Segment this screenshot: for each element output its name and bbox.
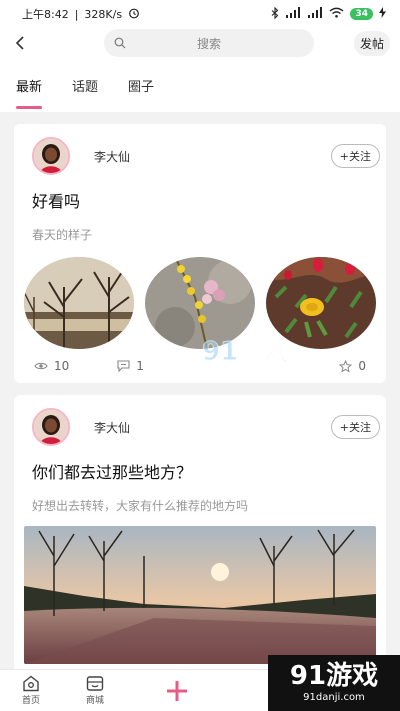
create-post-button[interactable] <box>162 676 192 706</box>
post-author-row: 李大仙 +关注 <box>14 137 386 175</box>
alarm-icon <box>128 7 140 22</box>
nav-shop-label: 商城 <box>86 696 105 706</box>
nav-home-label: 首页 <box>22 696 41 706</box>
comments-count: 1 <box>136 359 144 373</box>
post-author-row: 李大仙 +关注 <box>14 408 386 446</box>
eye-icon <box>34 362 48 370</box>
shop-icon <box>86 676 104 691</box>
comment-icon <box>117 360 130 372</box>
bluetooth-icon <box>271 6 279 22</box>
post-feed: 李大仙 +关注 好看吗 春天的样子 10 1 0 李大仙 +关注 你们都去过那些… <box>0 112 400 698</box>
network-speed: 328K/s <box>84 7 123 21</box>
post-title: 好看吗 <box>32 192 81 211</box>
avatar[interactable] <box>32 408 70 446</box>
watermark-corner: 91游戏 91danji.com <box>268 655 400 711</box>
search-placeholder: 搜索 <box>196 36 221 51</box>
wifi-icon <box>329 7 344 21</box>
views-count: 10 <box>54 359 70 373</box>
status-bar: 上午8:42 | 328K/s 34 <box>0 0 400 28</box>
top-header: 搜索 发帖 <box>0 28 400 58</box>
post-description: 春天的样子 <box>32 228 93 242</box>
battery-icon: 34 <box>350 8 373 20</box>
post-card[interactable]: 李大仙 +关注 你们都去过那些地方？ 好想出去转转，大家有什么推荐的地方吗 <box>14 395 386 698</box>
nav-home[interactable]: 首页 <box>22 675 40 706</box>
likes-count: 0 <box>358 359 366 373</box>
watermark-logo: 91游戏 <box>200 330 310 374</box>
tab-bar: 最新 话题 圈子 <box>0 58 400 112</box>
home-icon <box>23 675 39 692</box>
plus-icon <box>167 680 188 701</box>
follow-button[interactable]: +关注 <box>330 415 380 439</box>
username[interactable]: 李大仙 <box>94 419 331 436</box>
signal-icon-2 <box>307 7 323 21</box>
avatar[interactable] <box>32 137 70 175</box>
charging-icon <box>379 7 386 21</box>
search-input[interactable]: 搜索 <box>104 29 314 57</box>
svg-text:91游戏: 91游戏 <box>202 337 290 367</box>
views-stat: 10 <box>34 359 69 373</box>
star-icon <box>339 359 353 373</box>
post-image-sunset-road[interactable] <box>24 526 376 664</box>
post-image-trees[interactable] <box>24 257 134 349</box>
watermark-url: 91danji.com <box>303 692 365 703</box>
status-time: 上午8:42 <box>22 8 69 21</box>
chevron-left-icon <box>15 36 24 50</box>
likes-stat[interactable]: 0 <box>339 359 366 373</box>
tab-topics[interactable]: 话题 <box>72 76 98 103</box>
follow-button[interactable]: +关注 <box>330 144 380 168</box>
post-button[interactable]: 发帖 <box>353 30 390 56</box>
tab-circles[interactable]: 圈子 <box>128 76 154 103</box>
post-description: 好想出去转转，大家有什么推荐的地方吗 <box>32 499 249 513</box>
post-title: 你们都去过那些地方？ <box>32 463 193 482</box>
watermark-logo-text: 91游戏 <box>289 661 379 691</box>
signal-icon <box>285 7 301 21</box>
nav-shop[interactable]: 商城 <box>86 675 104 706</box>
back-button[interactable] <box>10 31 30 55</box>
search-icon <box>114 37 126 49</box>
tab-latest[interactable]: 最新 <box>16 76 43 109</box>
comments-stat[interactable]: 1 <box>117 359 144 373</box>
username[interactable]: 李大仙 <box>94 148 331 165</box>
